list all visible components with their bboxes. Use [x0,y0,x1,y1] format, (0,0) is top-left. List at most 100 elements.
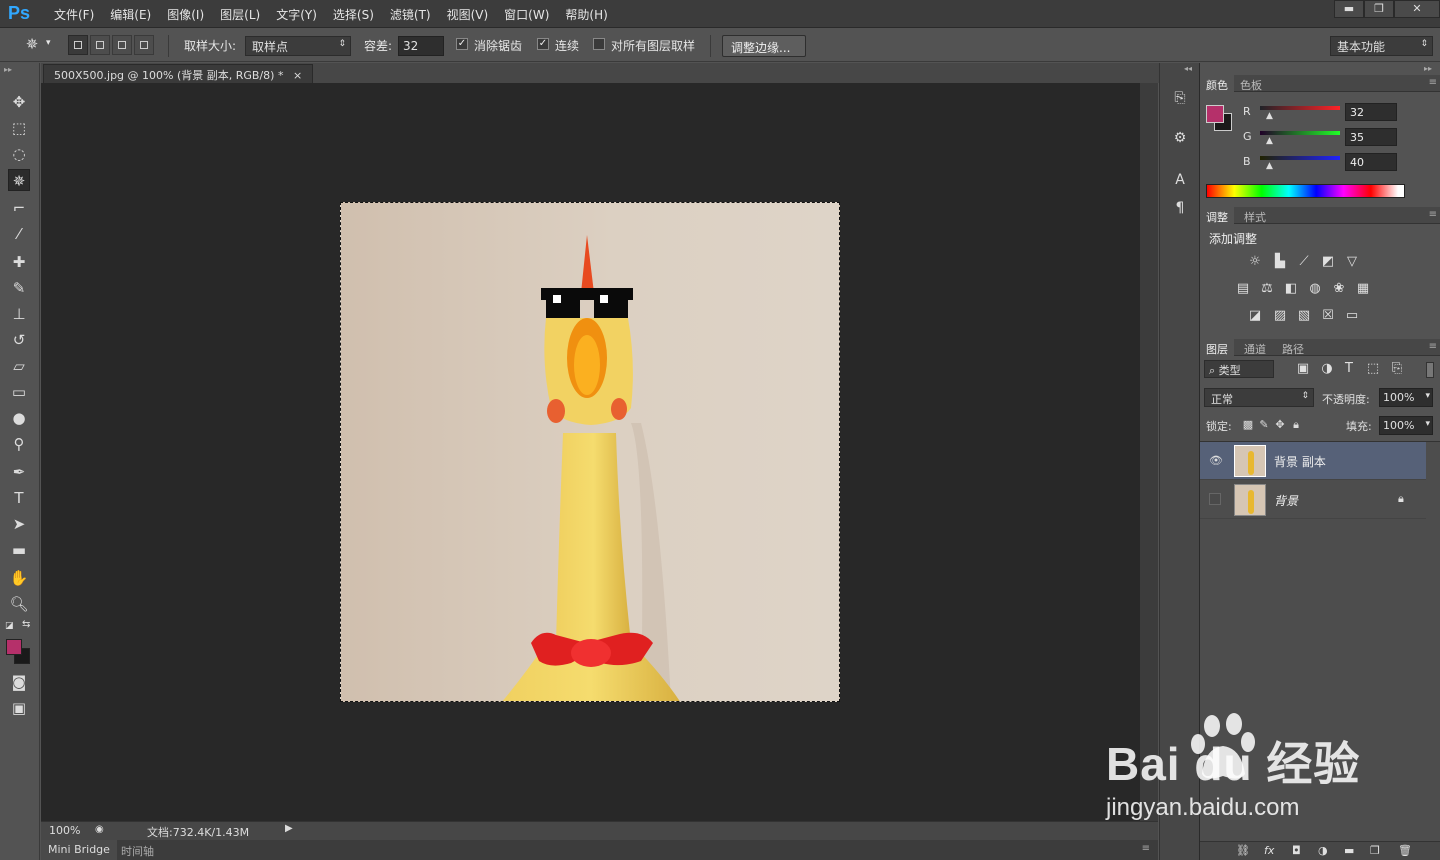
channel-mixer-icon[interactable]: ❀ [1330,280,1348,298]
panel-menu-icon[interactable]: ≡ [1142,843,1150,854]
zoom-tool-icon[interactable]: 🔍︎ [8,593,30,615]
tab-layers[interactable]: 图层 [1200,339,1234,356]
close-tab-icon[interactable]: × [293,69,302,82]
green-slider[interactable] [1260,131,1340,135]
magic-wand-tool-preset-icon[interactable]: ✵ [22,35,42,55]
menu-edit[interactable]: 编辑(E) [102,6,159,23]
hue-saturation-icon[interactable]: ▤ [1234,280,1252,298]
filter-shape-icon[interactable]: ⬚ [1364,360,1382,378]
history-brush-tool-icon[interactable]: ↺ [8,329,30,351]
tab-paths[interactable]: 路径 [1276,339,1310,356]
filter-pixel-icon[interactable]: ▣ [1294,360,1312,378]
marquee-tool-icon[interactable]: ⬚ [8,117,30,139]
new-selection-icon[interactable] [68,35,88,55]
menu-select[interactable]: 选择(S) [325,6,382,23]
opacity-input[interactable]: 100% ▾ [1379,388,1433,407]
blur-tool-icon[interactable]: ● [8,407,30,429]
filter-smart-object-icon[interactable]: ⎘ [1388,360,1406,378]
tolerance-input[interactable]: 32 [398,36,444,56]
gradient-map-icon[interactable]: ▭ [1343,307,1361,325]
menu-window[interactable]: 窗口(W) [496,6,557,23]
brush-tool-icon[interactable]: ✎ [8,277,30,299]
eye-icon[interactable]: 👁︎ [1209,454,1223,467]
anti-alias-checkbox[interactable]: ✓ [456,38,468,50]
hand-tool-icon[interactable]: ✋ [8,567,30,589]
layer-row-background[interactable]: 背景 🔒︎ [1200,481,1426,519]
intersect-selection-icon[interactable] [134,35,154,55]
tool-preset-dropdown-icon[interactable]: ▾ [46,38,51,48]
layer-effects-icon[interactable]: fx [1264,844,1274,857]
new-group-icon[interactable]: ▬ [1344,844,1354,857]
menu-help[interactable]: 帮助(H) [557,6,615,23]
character-panel-icon[interactable]: A [1169,169,1191,191]
color-balance-icon[interactable]: ⚖ [1258,280,1276,298]
proof-icon[interactable]: ◉ [95,824,104,835]
filter-type-icon[interactable]: T [1340,360,1358,378]
eraser-tool-icon[interactable]: ▱ [8,355,30,377]
color-lookup-icon[interactable]: ▦ [1354,280,1372,298]
black-white-icon[interactable]: ◧ [1282,280,1300,298]
tab-color[interactable]: 颜色 [1200,75,1234,92]
foreground-color-swatch[interactable] [1206,105,1224,123]
healing-brush-tool-icon[interactable]: ✚ [8,251,30,273]
blue-value-input[interactable]: 40 [1345,153,1397,171]
move-tool-icon[interactable]: ✥ [8,91,30,113]
curves-icon[interactable]: ⟋ [1295,253,1313,271]
paragraph-panel-icon[interactable]: ¶ [1169,197,1191,219]
menu-layer[interactable]: 图层(L) [212,6,268,23]
gradient-tool-icon[interactable]: ▭ [8,381,30,403]
red-slider-handle-icon[interactable]: ▲ [1266,111,1273,121]
canvas-area[interactable] [41,83,1140,821]
delete-layer-icon[interactable]: 🗑︎ [1398,844,1412,857]
crop-tool-icon[interactable]: ⌐ [8,197,30,219]
tab-timeline[interactable]: 时间轴 [121,840,154,860]
posterize-icon[interactable]: ▨ [1271,307,1289,325]
filter-toggle-switch[interactable] [1426,362,1434,378]
tab-styles[interactable]: 样式 [1238,207,1272,224]
blend-mode-select[interactable]: 正常 ⇕ [1204,388,1314,407]
dodge-tool-icon[interactable]: ⚲ [8,433,30,455]
layer-row-background-copy[interactable]: 👁︎ 背景 副本 [1200,442,1426,480]
brightness-contrast-icon[interactable]: ☼ [1246,253,1264,271]
layer-name[interactable]: 背景 [1274,492,1298,509]
collapse-panels-icon[interactable]: ▸▸ [1424,64,1432,73]
restore-button[interactable]: ❐ [1364,0,1394,18]
type-tool-icon[interactable]: T [8,487,30,509]
exposure-icon[interactable]: ◩ [1319,253,1337,271]
panel-menu-icon[interactable]: ≡ [1429,341,1437,352]
properties-panel-icon[interactable]: ⚙ [1169,127,1191,149]
document-image[interactable] [340,202,840,702]
magic-wand-tool-icon[interactable]: ✵ [8,169,30,191]
collapse-toolbar-icon[interactable]: ▸▸ [4,65,12,74]
menu-view[interactable]: 视图(V) [439,6,497,23]
sample-all-layers-checkbox[interactable] [593,38,605,50]
blue-slider-handle-icon[interactable]: ▲ [1266,161,1273,171]
path-selection-tool-icon[interactable]: ➤ [8,513,30,535]
workspace-select[interactable]: 基本功能 ⇕ [1330,36,1433,56]
clone-stamp-tool-icon[interactable]: ⊥ [8,303,30,325]
link-layers-icon[interactable]: ⛓ [1236,844,1250,857]
vibrance-icon[interactable]: ▽ [1343,253,1361,271]
levels-icon[interactable]: ▙ [1271,253,1289,271]
close-button[interactable]: ✕ [1394,0,1440,18]
vertical-scrollbar[interactable] [1140,83,1158,821]
new-adjustment-layer-icon[interactable]: ◑ [1318,844,1328,857]
fill-input[interactable]: 100% ▾ [1379,416,1433,435]
new-layer-icon[interactable]: ❐ [1370,844,1380,857]
subtract-selection-icon[interactable] [112,35,132,55]
minimize-button[interactable]: ▬ [1334,0,1364,18]
zoom-level[interactable]: 100% [49,824,80,837]
layer-filter-select[interactable]: ⌕ 类型 [1204,360,1274,378]
menu-image[interactable]: 图像(I) [159,6,212,23]
visibility-toggle-off[interactable] [1209,493,1221,505]
lock-position-icon[interactable]: ✥ [1272,418,1288,431]
red-value-input[interactable]: 32 [1345,103,1397,121]
quick-mask-icon[interactable]: ◙ [8,671,30,693]
rectangle-tool-icon[interactable]: ▬ [8,539,30,561]
photo-filter-icon[interactable]: ◍ [1306,280,1324,298]
document-tab[interactable]: 500X500.jpg @ 100% (背景 副本, RGB/8) * × [43,64,314,83]
tab-channels[interactable]: 通道 [1238,339,1272,356]
tab-adjustments[interactable]: 调整 [1200,207,1234,224]
menu-filter[interactable]: 滤镜(T) [382,6,439,23]
refine-edge-button[interactable]: 调整边缘... [722,35,806,57]
